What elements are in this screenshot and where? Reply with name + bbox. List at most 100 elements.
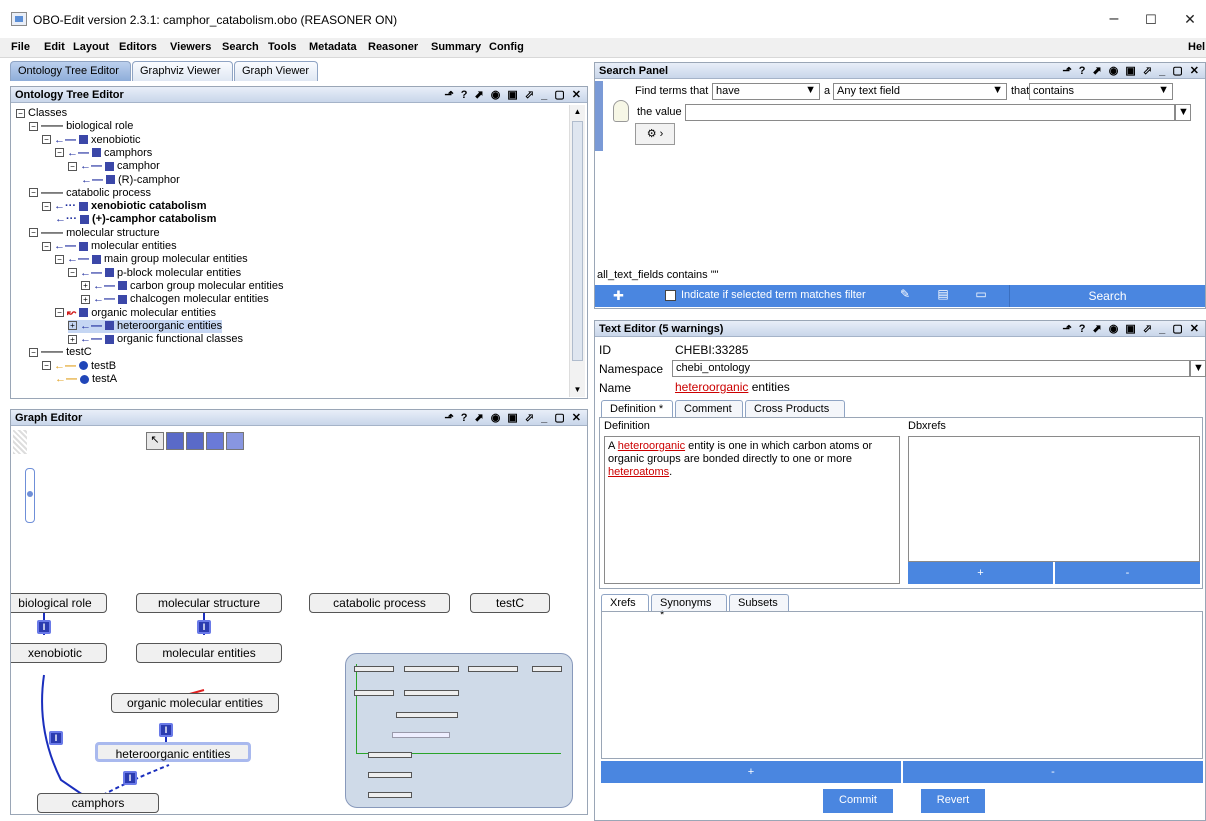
- add-dbxref-button[interactable]: +: [908, 562, 1053, 584]
- tree-row[interactable]: + ←— chalcogen molecular entities: [81, 293, 269, 306]
- tab-graphviz-viewer[interactable]: Graphviz Viewer: [132, 61, 233, 81]
- value-input[interactable]: [685, 104, 1175, 121]
- tree-row[interactable]: − —— biological role: [29, 120, 133, 133]
- graph-node-molecular-structure[interactable]: molecular structure: [136, 593, 282, 613]
- tab-subsets[interactable]: Subsets: [729, 594, 789, 611]
- ontology-tree[interactable]: − Classes − —— biological role − ←— xenobiotic…: [16, 107, 576, 397]
- value-history-button[interactable]: ▼: [1175, 104, 1191, 121]
- tab-cross-products[interactable]: Cross Products: [745, 400, 845, 417]
- collapse-icon[interactable]: −: [29, 228, 38, 238]
- tree-row[interactable]: ←— (R)-camphor: [81, 174, 180, 187]
- menu-config[interactable]: Config: [489, 41, 524, 53]
- add-xref-button[interactable]: +: [601, 761, 901, 783]
- menu-metadata[interactable]: Metadata: [309, 41, 357, 53]
- gear-icon[interactable]: ⚙ ›: [635, 123, 675, 145]
- tree-row[interactable]: − ←— camphor: [68, 160, 160, 173]
- collapse-icon[interactable]: −: [68, 161, 77, 171]
- graph-node-testc[interactable]: testC: [470, 593, 550, 613]
- collapse-icon[interactable]: −: [29, 121, 38, 131]
- collapse-icon[interactable]: −: [29, 188, 38, 198]
- menu-search[interactable]: Search: [222, 41, 259, 53]
- remove-dbxref-button[interactable]: -: [1055, 562, 1200, 584]
- namespace-select[interactable]: chebi_ontology: [672, 360, 1190, 377]
- tree-row[interactable]: − ←— main group molecular entities: [55, 253, 248, 266]
- add-filter-icon[interactable]: ✚: [613, 288, 624, 304]
- collapse-icon[interactable]: −: [16, 108, 25, 118]
- tab-comment[interactable]: Comment: [675, 400, 743, 417]
- menu-viewers[interactable]: Viewers: [170, 41, 211, 53]
- edit-icon[interactable]: ✎: [891, 287, 919, 305]
- menu-edit[interactable]: Edit: [44, 41, 65, 53]
- overview-viewport[interactable]: [356, 664, 561, 754]
- tab-synonyms[interactable]: Synonyms *: [651, 594, 727, 621]
- namespace-dropdown[interactable]: ▼: [1190, 360, 1206, 377]
- xrefs-list[interactable]: [601, 611, 1203, 759]
- dbxrefs-list[interactable]: [908, 436, 1200, 562]
- tab-ontology-tree-editor[interactable]: Ontology Tree Editor: [10, 61, 131, 81]
- operator-select[interactable]: contains ▼: [1029, 83, 1173, 100]
- search-drag-handle[interactable]: [595, 81, 603, 151]
- minimize-button[interactable]: –: [1104, 10, 1124, 28]
- menu-summary[interactable]: Summary: [431, 41, 481, 53]
- graph-node-camphors[interactable]: camphors: [37, 793, 159, 813]
- tab-definition[interactable]: Definition *: [601, 400, 673, 417]
- collapse-icon[interactable]: −: [55, 254, 64, 264]
- graph-overview[interactable]: [345, 653, 573, 808]
- graph-node-biological-role[interactable]: biological role: [11, 593, 107, 613]
- tree-row[interactable]: − —— testC: [29, 346, 92, 359]
- folder-icon[interactable]: ▤: [929, 287, 957, 305]
- tree-row[interactable]: − ←— testB: [42, 360, 116, 373]
- collapse-icon[interactable]: −: [42, 241, 51, 251]
- tree-row[interactable]: + ←— organic functional classes: [68, 333, 243, 346]
- field-select[interactable]: Any text field ▼: [833, 83, 1007, 100]
- tree-row[interactable]: + ←— heteroorganic entities: [68, 319, 223, 333]
- tree-row[interactable]: − ←— camphors: [55, 147, 152, 160]
- panel-controls[interactable]: ⬏ ? ⬈ ◉ ▣ ⬀ _ ▢ ✕: [1062, 322, 1201, 335]
- expand-icon[interactable]: +: [81, 294, 90, 304]
- collapse-icon[interactable]: −: [55, 308, 64, 318]
- graph-node-heteroorganic-entities[interactable]: heteroorganic entities: [95, 742, 251, 762]
- tree-row[interactable]: ←··· (+)-camphor catabolism: [55, 213, 216, 226]
- maximize-button[interactable]: ☐: [1141, 12, 1161, 28]
- commit-button[interactable]: Commit: [823, 789, 893, 813]
- expand-icon[interactable]: +: [68, 334, 77, 344]
- panel-controls[interactable]: ⬏ ? ⬈ ◉ ▣ ⬀ _ ▢ ✕: [444, 88, 583, 101]
- graph-node-molecular-entities[interactable]: molecular entities: [136, 643, 282, 663]
- tree-row[interactable]: ←— testA: [55, 373, 117, 386]
- menu-tools[interactable]: Tools: [268, 41, 297, 53]
- menu-help[interactable]: Hel: [1188, 41, 1205, 53]
- menu-editors[interactable]: Editors: [119, 41, 157, 53]
- graph-node-catabolic-process[interactable]: catabolic process: [309, 593, 450, 613]
- collapse-icon[interactable]: −: [55, 148, 64, 158]
- tree-row[interactable]: − ↜ organic molecular entities: [55, 307, 216, 320]
- search-button[interactable]: Search: [1009, 285, 1205, 307]
- close-button[interactable]: ✕: [1180, 11, 1200, 28]
- graph-node-organic-molecular-entities[interactable]: organic molecular entities: [111, 693, 279, 713]
- graph-node-xenobiotic[interactable]: xenobiotic: [11, 643, 107, 663]
- tree-row[interactable]: − ←— molecular entities: [42, 240, 177, 253]
- tree-row[interactable]: − ←··· xenobiotic catabolism: [42, 200, 207, 213]
- revert-button[interactable]: Revert: [921, 789, 985, 813]
- collapse-icon[interactable]: −: [29, 347, 38, 357]
- tab-xrefs[interactable]: Xrefs: [601, 594, 649, 611]
- collapse-icon[interactable]: −: [42, 135, 51, 145]
- document-icon[interactable]: ▭: [967, 287, 995, 305]
- tree-scrollbar[interactable]: ▲ ▼: [569, 105, 585, 397]
- menu-layout[interactable]: Layout: [73, 41, 109, 53]
- collapse-icon[interactable]: −: [42, 201, 51, 211]
- tree-row[interactable]: + ←— carbon group molecular entities: [81, 280, 283, 293]
- indicate-checkbox[interactable]: [665, 290, 676, 301]
- tree-row[interactable]: − —— catabolic process: [29, 187, 151, 200]
- tree-row[interactable]: − ←— xenobiotic: [42, 134, 141, 147]
- expand-icon[interactable]: +: [68, 321, 77, 331]
- tree-row[interactable]: − ←— p-block molecular entities: [68, 267, 241, 280]
- name-field[interactable]: heteroorganic entities: [672, 379, 1202, 396]
- panel-controls[interactable]: ⬏ ? ⬈ ◉ ▣ ⬀ _ ▢ ✕: [1062, 64, 1201, 77]
- tree-row[interactable]: − Classes: [16, 107, 67, 120]
- menu-file[interactable]: File: [11, 41, 30, 53]
- have-select[interactable]: have ▼: [712, 83, 820, 100]
- definition-textarea[interactable]: A heteroorganic entity is one in which c…: [604, 436, 900, 584]
- collapse-icon[interactable]: −: [68, 268, 77, 278]
- menu-reasoner[interactable]: Reasoner: [368, 41, 418, 53]
- expand-icon[interactable]: +: [81, 281, 90, 291]
